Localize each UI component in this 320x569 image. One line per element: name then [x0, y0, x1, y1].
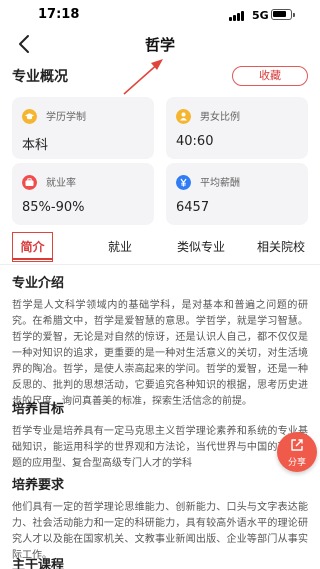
- section-main-courses: 主干课程: [12, 556, 308, 569]
- stat-card-employment-rate: 就业率 85%-90%: [12, 163, 154, 225]
- section-body: 哲学专业是培养具有一定马克思主义哲学理论素养和系统的专业基础知识，能运用科学的世…: [12, 426, 308, 469]
- section-title: 培养目标: [12, 402, 65, 417]
- status-bar: 17:18 5G: [0, 0, 320, 30]
- yen-coin-icon: [176, 175, 191, 190]
- tab-related-schools[interactable]: 相关院校: [246, 232, 316, 262]
- section-title: 主干课程: [12, 558, 65, 569]
- tab-bar: 简介 就业 类似专业 相关院校: [0, 232, 320, 262]
- section-training-goal: 培养目标 哲学专业是培养具有一定马克思主义哲学理论素养和系统的专业基础知识，能运…: [12, 400, 308, 472]
- card-value: 6457: [176, 200, 210, 215]
- share-icon: [291, 439, 303, 451]
- section-training-requirements: 培养要求 他们具有一定的哲学理论思维能力、创新能力、口头与文字表达能力、社会活动…: [12, 476, 308, 564]
- section-title: 专业介绍: [12, 276, 65, 291]
- gender-icon: [176, 109, 191, 124]
- section-title: 培养要求: [12, 478, 65, 493]
- divider: [0, 264, 320, 265]
- page-title: 哲学: [144, 36, 175, 54]
- tab-similar-majors[interactable]: 类似专业: [166, 232, 236, 262]
- section-body: 他们具有一定的哲学理论思维能力、创新能力、口头与文字表达能力、社会活动能力和一定…: [12, 502, 308, 561]
- share-label: 分享: [287, 458, 306, 468]
- card-label: 学历学制: [46, 112, 86, 123]
- card-value: 85%-90%: [22, 200, 85, 215]
- card-value: 本科: [22, 138, 49, 153]
- tab-employment[interactable]: 就业: [92, 232, 148, 262]
- section-body: 哲学是人文科学领域内的基础学科，是对基本和普遍之问题的研究。在希腊文中，哲学是爱…: [12, 300, 308, 407]
- collect-button[interactable]: 收藏: [232, 66, 308, 86]
- nav-bar: 哲学: [0, 30, 320, 60]
- overview-header: 专业概况 收藏: [12, 66, 308, 88]
- network-type: 5G: [252, 9, 269, 22]
- active-tab-indicator: [12, 258, 53, 260]
- briefcase-icon: [22, 175, 37, 190]
- signal-icon: [229, 11, 245, 21]
- status-time: 17:18: [38, 7, 80, 22]
- card-label: 男女比例: [200, 112, 240, 123]
- stat-card-degree: 学历学制 本科: [12, 97, 154, 159]
- overview-title: 专业概况: [12, 69, 68, 85]
- section-intro: 专业介绍 哲学是人文科学领域内的基础学科，是对基本和普遍之问题的研究。在希腊文中…: [12, 274, 308, 410]
- share-button[interactable]: 分享: [277, 432, 317, 472]
- graduation-cap-icon: [22, 109, 37, 124]
- card-label: 平均薪酬: [200, 178, 240, 189]
- card-value: 40:60: [176, 134, 214, 149]
- card-label: 就业率: [46, 178, 76, 189]
- stat-card-average-salary: 平均薪酬 6457: [166, 163, 308, 225]
- battery-icon: [271, 9, 295, 20]
- stat-card-gender-ratio: 男女比例 40:60: [166, 97, 308, 159]
